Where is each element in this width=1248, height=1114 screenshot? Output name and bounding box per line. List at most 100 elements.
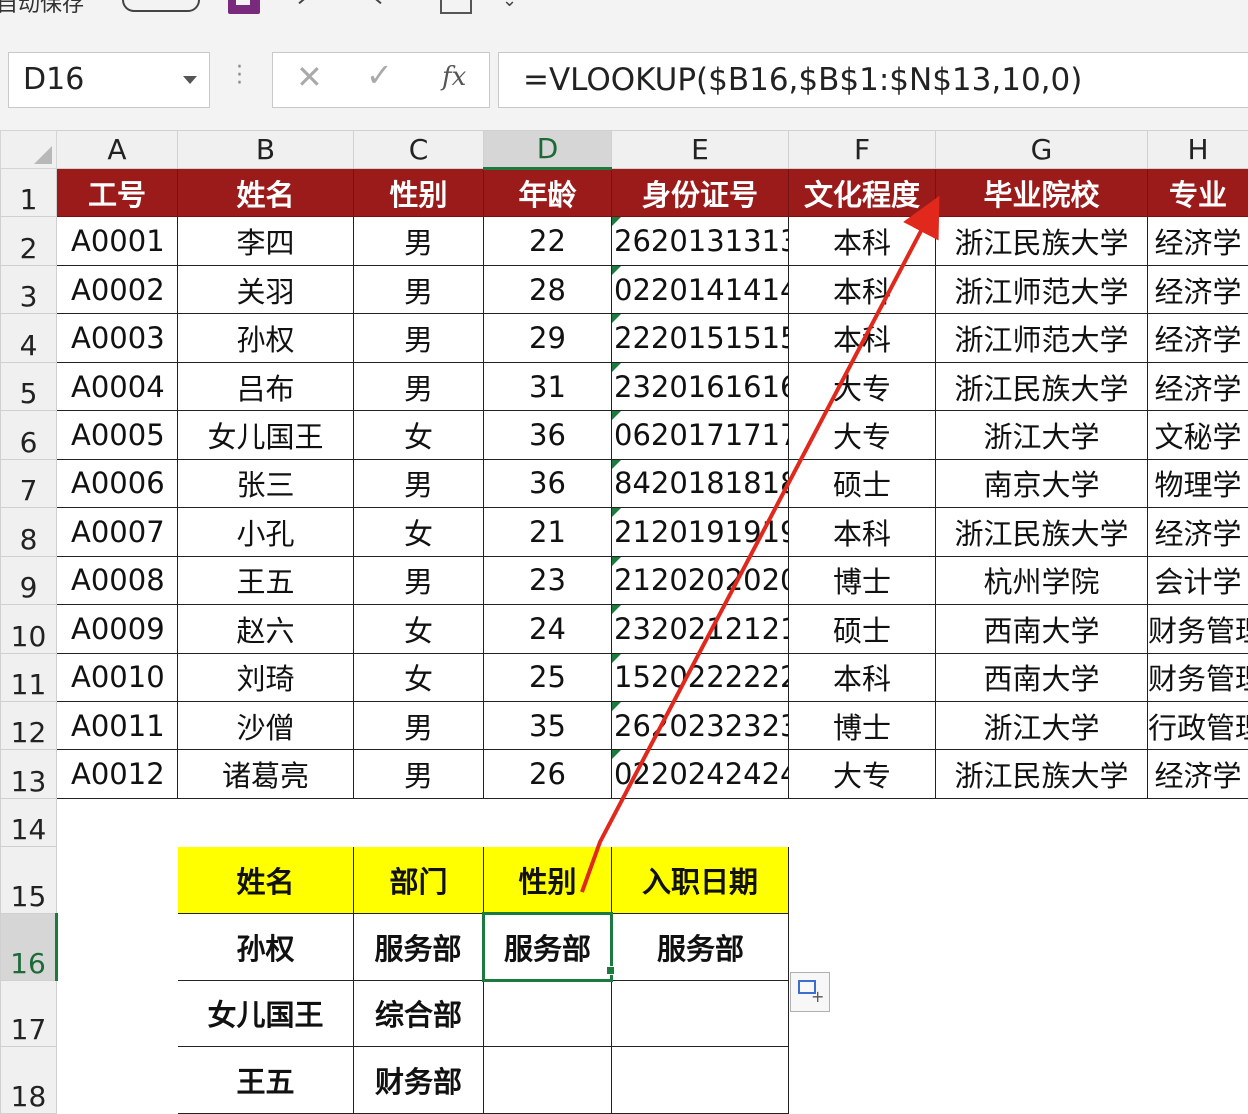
table-cell[interactable]: 浙江民族大学	[935, 749, 1148, 799]
table-cell[interactable]: 男	[353, 361, 484, 412]
table-cell[interactable]: 本科	[788, 652, 936, 702]
empty-cell[interactable]	[483, 797, 612, 848]
table-cell[interactable]: 关羽	[177, 264, 354, 315]
fill-handle[interactable]	[606, 966, 615, 975]
row-header[interactable]: 7	[0, 458, 57, 509]
table-cell[interactable]: 经济学	[1147, 216, 1248, 266]
table-cell[interactable]: A0012	[56, 749, 178, 799]
lookup-cell[interactable]: 王五	[177, 1046, 354, 1114]
table-cell[interactable]: 152022222222	[611, 652, 789, 702]
row-header[interactable]: 10	[0, 604, 57, 654]
lookup-cell[interactable]: 服务部	[611, 912, 789, 981]
table-cell[interactable]: 女	[353, 604, 484, 654]
table-cell[interactable]: 小孔	[177, 507, 354, 557]
table-header-cell[interactable]: 姓名	[177, 167, 354, 218]
table-cell[interactable]: 男	[353, 264, 484, 315]
table-cell[interactable]: 杭州学院	[935, 555, 1148, 606]
table-cell[interactable]: 李四	[177, 216, 354, 266]
table-cell[interactable]: 王五	[177, 555, 354, 606]
row-header[interactable]: 14	[0, 797, 57, 848]
table-cell[interactable]: 男	[353, 313, 484, 363]
selected-cell[interactable]: 服务部	[482, 911, 613, 982]
lookup-cell[interactable]: 女儿国王	[177, 979, 354, 1048]
table-cell[interactable]: 36	[483, 458, 612, 509]
lookup-header-cell[interactable]: 部门	[353, 846, 484, 914]
table-header-cell[interactable]: 身份证号	[611, 167, 789, 218]
chevron-down-icon[interactable]: ⌄	[502, 0, 517, 11]
lookup-cell[interactable]: 财务部	[353, 1046, 484, 1114]
table-cell[interactable]: A0009	[56, 604, 178, 654]
table-cell[interactable]: 男	[353, 749, 484, 799]
table-cell[interactable]: 硕士	[788, 604, 936, 654]
row-header[interactable]: 5	[0, 361, 57, 412]
table-cell[interactable]: 31	[483, 361, 612, 412]
table-cell[interactable]: 232021212121	[611, 604, 789, 654]
empty-cell[interactable]	[56, 979, 178, 1048]
row-header[interactable]: 11	[0, 652, 57, 702]
table-cell[interactable]: 29	[483, 313, 612, 363]
table-cell[interactable]: 女	[353, 652, 484, 702]
table-cell[interactable]: 浙江民族大学	[935, 361, 1148, 412]
table-header-cell[interactable]: 性别	[353, 167, 484, 218]
table-cell[interactable]: 大专	[788, 749, 936, 799]
undo-icon[interactable]	[298, 0, 320, 5]
empty-cell[interactable]	[788, 912, 936, 981]
table-cell[interactable]: 女儿国王	[177, 410, 354, 460]
column-header[interactable]: E	[611, 130, 789, 169]
column-header[interactable]: G	[935, 130, 1148, 169]
row-header[interactable]: 6	[0, 410, 57, 460]
table-cell[interactable]: 物理学	[1147, 458, 1248, 509]
table-cell[interactable]: 西南大学	[935, 604, 1148, 654]
table-cell[interactable]: 21	[483, 507, 612, 557]
splitter-handle-icon[interactable]: · · ·	[236, 57, 243, 95]
table-cell[interactable]: 行政管理	[1147, 700, 1248, 751]
column-header[interactable]: C	[353, 130, 484, 169]
lookup-cell[interactable]	[611, 979, 789, 1048]
table-cell[interactable]: 浙江大学	[935, 700, 1148, 751]
table-cell[interactable]: A0006	[56, 458, 178, 509]
table-cell[interactable]: 博士	[788, 700, 936, 751]
table-cell[interactable]: 842018181818	[611, 458, 789, 509]
column-header[interactable]: B	[177, 130, 354, 169]
table-cell[interactable]: 男	[353, 555, 484, 606]
lookup-header-cell[interactable]: 性别	[483, 846, 612, 914]
table-cell[interactable]: 浙江师范大学	[935, 313, 1148, 363]
row-header[interactable]: 3	[0, 264, 57, 315]
table-cell[interactable]: 大专	[788, 410, 936, 460]
table-cell[interactable]: 硕士	[788, 458, 936, 509]
empty-cell[interactable]	[935, 846, 1148, 914]
insert-function-icon[interactable]: fx	[442, 62, 466, 92]
table-cell[interactable]: 35	[483, 700, 612, 751]
empty-cell[interactable]	[56, 912, 178, 981]
table-cell[interactable]: 26	[483, 749, 612, 799]
empty-cell[interactable]	[56, 797, 178, 848]
table-cell[interactable]: A0011	[56, 700, 178, 751]
table-cell[interactable]: 浙江师范大学	[935, 264, 1148, 315]
empty-cell[interactable]	[353, 797, 484, 848]
lookup-cell[interactable]	[483, 979, 612, 1048]
table-cell[interactable]: 会计学	[1147, 555, 1248, 606]
table-cell[interactable]: 本科	[788, 264, 936, 315]
table-cell[interactable]: A0007	[56, 507, 178, 557]
quick-analysis-icon[interactable]	[790, 972, 830, 1012]
table-cell[interactable]: 22	[483, 216, 612, 266]
lookup-cell[interactable]: 孙权	[177, 912, 354, 981]
row-header[interactable]: 13	[0, 749, 57, 799]
empty-cell[interactable]	[1147, 912, 1248, 981]
empty-cell[interactable]	[935, 912, 1148, 981]
lookup-header-cell[interactable]: 入职日期	[611, 846, 789, 914]
table-header-cell[interactable]: 毕业院校	[935, 167, 1148, 218]
table-cell[interactable]: 女	[353, 410, 484, 460]
empty-cell[interactable]	[56, 1046, 178, 1114]
table-cell[interactable]: 022024242424	[611, 749, 789, 799]
lookup-cell[interactable]	[483, 1046, 612, 1114]
formula-input[interactable]: =VLOOKUP($B16,$B$1:$N$13,10,0)	[498, 52, 1248, 108]
table-cell[interactable]: 财务管理	[1147, 652, 1248, 702]
empty-cell[interactable]	[935, 979, 1148, 1048]
empty-cell[interactable]	[1147, 797, 1248, 848]
lookup-cell[interactable]: 服务部	[353, 912, 484, 981]
row-header[interactable]: 8	[0, 507, 57, 557]
table-cell[interactable]: 经济学	[1147, 361, 1248, 412]
table-cell[interactable]: 诸葛亮	[177, 749, 354, 799]
cancel-icon[interactable]: ✕	[296, 58, 323, 96]
